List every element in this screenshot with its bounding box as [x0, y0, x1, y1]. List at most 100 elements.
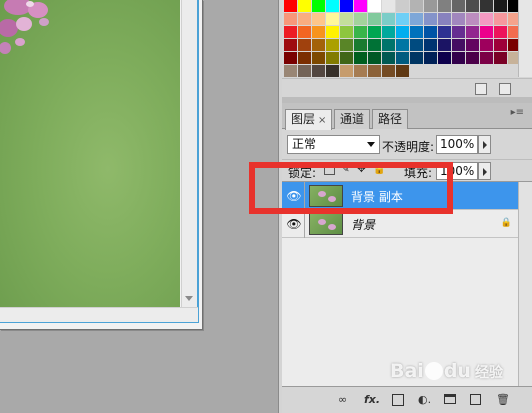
- color-swatch[interactable]: [494, 0, 507, 12]
- color-swatch[interactable]: [354, 0, 367, 12]
- color-swatch[interactable]: [396, 26, 409, 38]
- color-swatch[interactable]: [382, 0, 395, 12]
- color-swatch[interactable]: [466, 39, 479, 51]
- color-swatch[interactable]: [424, 0, 437, 12]
- layer-name[interactable]: 背景: [351, 216, 375, 233]
- color-swatch[interactable]: [368, 65, 381, 77]
- close-icon[interactable]: ×: [318, 115, 326, 126]
- new-layer-icon[interactable]: [470, 394, 481, 405]
- color-swatch[interactable]: [368, 52, 381, 64]
- opacity-slider-button[interactable]: [478, 135, 491, 154]
- color-swatch[interactable]: [452, 39, 465, 51]
- color-swatch[interactable]: [466, 0, 479, 12]
- color-swatch[interactable]: [438, 13, 451, 25]
- color-swatch[interactable]: [452, 52, 465, 64]
- color-swatch[interactable]: [410, 39, 423, 51]
- color-swatch[interactable]: [466, 13, 479, 25]
- color-swatch[interactable]: [396, 13, 409, 25]
- color-swatch[interactable]: [340, 52, 353, 64]
- layers-scrollbar[interactable]: [518, 182, 532, 387]
- color-swatch[interactable]: [284, 0, 297, 12]
- color-swatch[interactable]: [312, 39, 325, 51]
- color-swatch[interactable]: [480, 13, 493, 25]
- color-swatch[interactable]: [326, 39, 339, 51]
- color-swatch[interactable]: [396, 52, 409, 64]
- document-image[interactable]: [0, 0, 180, 307]
- color-swatch[interactable]: [298, 13, 311, 25]
- color-swatch[interactable]: [466, 26, 479, 38]
- mask-icon[interactable]: [392, 394, 404, 406]
- color-swatch[interactable]: [494, 39, 507, 51]
- color-swatch[interactable]: [298, 65, 311, 77]
- color-swatch[interactable]: [480, 39, 493, 51]
- trash-icon[interactable]: [499, 83, 511, 95]
- color-swatch[interactable]: [382, 39, 395, 51]
- color-swatch[interactable]: [424, 52, 437, 64]
- color-swatch[interactable]: [480, 0, 493, 12]
- color-swatch[interactable]: [312, 52, 325, 64]
- color-swatch[interactable]: [340, 65, 353, 77]
- group-icon[interactable]: [444, 394, 456, 404]
- color-swatch[interactable]: [354, 39, 367, 51]
- color-swatch[interactable]: [382, 26, 395, 38]
- color-swatch[interactable]: [424, 26, 437, 38]
- tab-channels[interactable]: 通道: [334, 109, 371, 129]
- eye-icon[interactable]: 👁: [286, 214, 302, 234]
- color-swatch[interactable]: [368, 39, 381, 51]
- opacity-input[interactable]: 100%: [436, 135, 478, 154]
- color-swatch[interactable]: [410, 52, 423, 64]
- color-swatch[interactable]: [340, 39, 353, 51]
- color-swatch[interactable]: [340, 13, 353, 25]
- color-swatch[interactable]: [354, 13, 367, 25]
- color-swatch[interactable]: [326, 52, 339, 64]
- color-swatch[interactable]: [298, 39, 311, 51]
- document-window[interactable]: [0, 0, 203, 330]
- color-swatch[interactable]: [284, 52, 297, 64]
- color-swatch[interactable]: [284, 13, 297, 25]
- color-swatch[interactable]: [396, 0, 409, 12]
- panel-menu-icon[interactable]: ▸≡: [511, 107, 524, 118]
- tab-layers[interactable]: 图层 ×: [285, 109, 333, 130]
- color-swatch[interactable]: [494, 26, 507, 38]
- color-swatch[interactable]: [312, 26, 325, 38]
- color-swatch[interactable]: [326, 13, 339, 25]
- color-swatch[interactable]: [312, 65, 325, 77]
- color-swatch[interactable]: [382, 65, 395, 77]
- trash-icon[interactable]: 🗑: [496, 394, 510, 406]
- color-swatch[interactable]: [368, 26, 381, 38]
- color-swatch[interactable]: [298, 26, 311, 38]
- swatches-scrollbar[interactable]: [518, 0, 532, 77]
- color-swatch[interactable]: [354, 26, 367, 38]
- color-swatch[interactable]: [368, 0, 381, 12]
- color-swatch[interactable]: [438, 52, 451, 64]
- color-swatch[interactable]: [298, 52, 311, 64]
- color-swatch[interactable]: [382, 52, 395, 64]
- fx-icon[interactable]: fx.: [364, 394, 380, 406]
- color-swatch[interactable]: [326, 26, 339, 38]
- scroll-down-icon[interactable]: [185, 296, 193, 301]
- layer-thumbnail[interactable]: [309, 213, 343, 235]
- horizontal-scrollbar[interactable]: [0, 307, 198, 322]
- new-swatch-icon[interactable]: [475, 83, 487, 95]
- color-swatch[interactable]: [340, 26, 353, 38]
- color-swatch[interactable]: [410, 0, 423, 12]
- tab-paths[interactable]: 路径: [372, 109, 409, 129]
- color-swatch[interactable]: [424, 39, 437, 51]
- color-swatch[interactable]: [424, 13, 437, 25]
- fill-slider-button[interactable]: [478, 162, 491, 180]
- color-swatch[interactable]: [438, 0, 451, 12]
- color-swatch[interactable]: [466, 52, 479, 64]
- color-swatch[interactable]: [410, 13, 423, 25]
- color-swatch[interactable]: [480, 26, 493, 38]
- color-swatch[interactable]: [326, 0, 339, 12]
- color-swatch[interactable]: [452, 13, 465, 25]
- color-swatch[interactable]: [396, 39, 409, 51]
- color-swatch[interactable]: [284, 26, 297, 38]
- color-swatch[interactable]: [494, 52, 507, 64]
- color-swatch[interactable]: [368, 13, 381, 25]
- color-swatch[interactable]: [340, 0, 353, 12]
- color-swatch[interactable]: [312, 0, 325, 12]
- color-swatch[interactable]: [312, 13, 325, 25]
- color-swatch[interactable]: [354, 52, 367, 64]
- blend-mode-select[interactable]: 正常: [287, 135, 380, 154]
